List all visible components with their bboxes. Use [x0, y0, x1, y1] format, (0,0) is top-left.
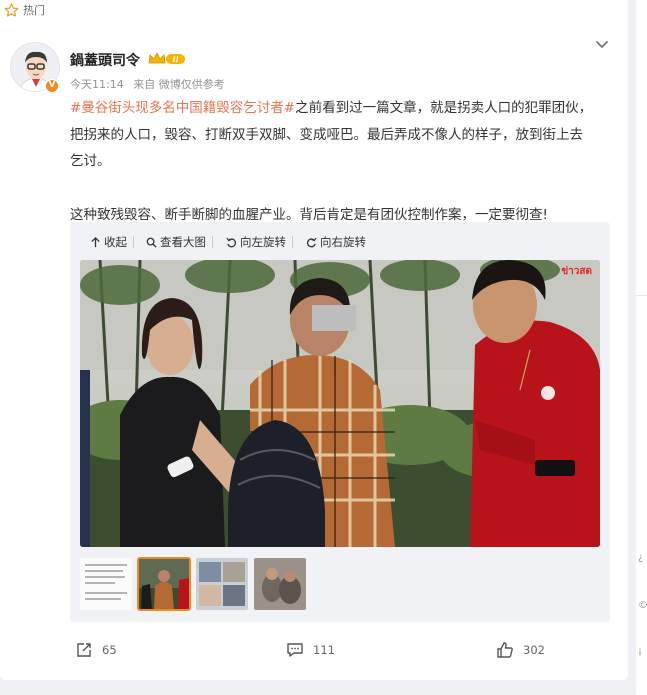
like-button[interactable]: 302 — [496, 640, 545, 660]
like-count: 302 — [523, 643, 545, 657]
repost-icon — [77, 643, 91, 657]
main-photo[interactable]: ข่าวสด — [80, 260, 600, 547]
edge-mark-1: ¿ — [638, 552, 644, 563]
repost-count: 65 — [102, 643, 117, 657]
thumbnail-2[interactable] — [137, 557, 191, 611]
post-time[interactable]: 今天11:14 — [70, 78, 124, 91]
edge-mark-3: ¡ — [638, 646, 643, 657]
vip-level: II — [171, 55, 179, 64]
comment-count: 111 — [313, 643, 335, 657]
thumbnail-1[interactable] — [80, 558, 132, 610]
collapse-icon — [91, 236, 100, 247]
comment-icon — [287, 643, 303, 657]
author-name[interactable]: 鍋蓋頭司令 — [70, 50, 140, 70]
collapse-label: 收起 — [104, 235, 127, 249]
hot-label: 热门 — [23, 4, 45, 17]
text-line-2: 把拐来的人口，毁容、打断双手双脚、变成哑巴。最后弄成不像人的样子，放到街上去 — [70, 126, 583, 143]
comment-button[interactable]: 111 — [286, 640, 335, 660]
hot-section-label: 热门 — [4, 2, 45, 18]
rotate-right-icon — [306, 237, 317, 247]
photo-scene — [80, 260, 600, 547]
text-line-3: 乞讨。 — [70, 153, 111, 169]
post-text: #曼谷街头现多名中国籍毁容乞讨者#之前看到过一篇文章，就是拐卖人口的犯罪团伙， … — [70, 95, 610, 228]
thumbnail-strip — [80, 557, 306, 611]
repost-button[interactable]: 65 — [75, 640, 117, 660]
rotate-left-icon — [226, 237, 237, 247]
like-icon — [497, 642, 513, 658]
rotate-left-label: 向左旋转 — [240, 235, 286, 249]
post-source: 来自 微博仅供参考 — [133, 78, 225, 91]
thumbnail-4[interactable] — [254, 558, 306, 610]
view-large-label: 查看大图 — [160, 235, 206, 249]
chevron-down-icon[interactable] — [595, 40, 609, 50]
text-line-1-rest: 之前看到过一篇文章，就是拐卖人口的犯罪团伙， — [295, 100, 593, 116]
vip-crown-icon[interactable]: II — [148, 52, 186, 66]
rotate-right-label: 向右旋转 — [320, 235, 366, 249]
verified-badge: V — [45, 79, 59, 93]
photo-watermark: ข่าวสด — [561, 266, 592, 277]
media-viewer: 收起 查看大图 向左旋转 向右旋转 ข่าวสด — [70, 222, 610, 622]
weibo-post-card: 热门 V 鍋蓋頭司令 II 今天11:14 来自 微博仅供参考 #曼谷街头现多名… — [0, 0, 628, 680]
post-meta: 今天11:14 来自 微博仅供参考 — [70, 76, 231, 92]
edge-mark-2: © — [638, 600, 647, 611]
thumbnail-3[interactable] — [196, 558, 248, 610]
rotate-left-button[interactable]: 向左旋转 — [226, 235, 293, 249]
view-large-button[interactable]: 查看大图 — [146, 235, 213, 249]
right-sidebar-edge: ¿ © ¡ — [636, 0, 647, 695]
rotate-right-button[interactable]: 向右旋转 — [306, 235, 366, 249]
collapse-button[interactable]: 收起 — [90, 235, 134, 249]
hashtag-link[interactable]: #曼谷街头现多名中国籍毁容乞讨者# — [70, 100, 295, 116]
zoom-icon — [146, 237, 157, 248]
star-icon — [4, 3, 19, 17]
text-line-1: #曼谷街头现多名中国籍毁容乞讨者#之前看到过一篇文章，就是拐卖人口的犯罪团伙， — [70, 95, 610, 122]
